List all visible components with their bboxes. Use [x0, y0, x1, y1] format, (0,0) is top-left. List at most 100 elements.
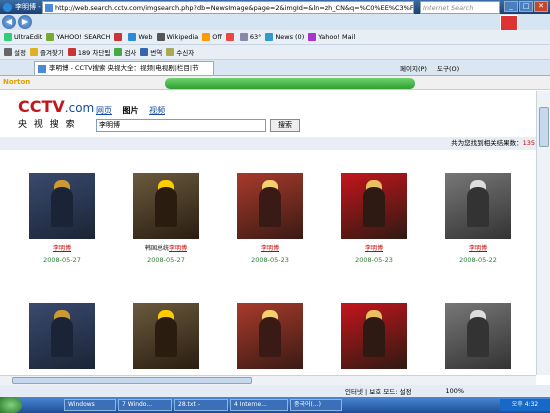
minimize-button[interactable]: _: [504, 1, 518, 12]
toolbar2-item-2[interactable]: 189 차단됨: [67, 47, 111, 57]
photo-figure: [259, 317, 281, 357]
forward-button[interactable]: ▶: [18, 15, 32, 29]
horizontal-scrollbar[interactable]: [0, 375, 536, 385]
tab-images[interactable]: 图片: [123, 106, 139, 115]
toolbar2-item-5[interactable]: 수신자: [166, 47, 194, 57]
toolbar-label: 번역: [150, 49, 163, 57]
photo-figure: [155, 187, 177, 227]
tab-video[interactable]: 视频: [149, 106, 165, 115]
toolbar1-item-6[interactable]: [225, 32, 236, 42]
zoom-level[interactable]: 100%: [445, 387, 464, 395]
toolbar2-item-0[interactable]: 설정: [4, 47, 26, 57]
toolbar-label: Yahoo! Mail: [318, 33, 356, 41]
vertical-scrollbar[interactable]: [536, 91, 550, 375]
submit-search-button[interactable]: 搜索: [270, 119, 300, 132]
result-item: [218, 303, 322, 369]
result-thumbnail[interactable]: [237, 303, 303, 369]
toolbar-icon: [29, 48, 38, 56]
task-4[interactable]: 4 Interne...: [230, 399, 288, 411]
toolbar-icon: [128, 33, 137, 41]
result-thumbnail[interactable]: [29, 303, 95, 369]
toolbar1-item-9[interactable]: Yahoo! Mail: [308, 32, 355, 42]
task-3[interactable]: 28.txt -: [174, 399, 228, 411]
toolbar-icon: [46, 33, 55, 41]
caption-keyword-link[interactable]: 李明博: [365, 245, 383, 252]
result-caption[interactable]: 李明博: [426, 245, 530, 253]
tab-favicon: [38, 65, 46, 73]
hscroll-thumb[interactable]: [12, 377, 252, 384]
toolbar1-item-1[interactable]: YAHOO! SEARCH: [46, 32, 110, 42]
toolbar2-item-1[interactable]: 즐겨찾기: [29, 47, 64, 57]
result-item: 李明博 2008-05-22: [426, 173, 530, 264]
result-item: 李明博 2008-05-23: [218, 173, 322, 264]
page-menu[interactable]: 페이지(P): [400, 65, 427, 73]
toolbar-icon: [202, 33, 211, 41]
result-caption[interactable]: 李明博: [218, 245, 322, 253]
norton-label: Norton: [3, 78, 31, 86]
system-clock: 오후 4:32: [500, 399, 550, 411]
toolbar-icon: [140, 48, 149, 56]
result-thumbnail[interactable]: [341, 173, 407, 239]
toolbar1-item-4[interactable]: Wikipedia: [156, 32, 198, 42]
cctv-logo[interactable]: CCTV.com 央 视 搜 索: [18, 97, 94, 130]
toolbar2-item-3[interactable]: 검사: [114, 47, 136, 57]
toolbar2-item-4[interactable]: 번역: [140, 47, 162, 57]
caption-keyword-link[interactable]: 李明博: [469, 245, 487, 252]
address-bar[interactable]: http://web.search.cctv.com/imgsearch.php…: [42, 1, 414, 14]
result-item: 韩国总统李明博 2008-05-27: [114, 173, 218, 264]
page-favicon: [45, 4, 53, 12]
logo-com: .com: [64, 101, 95, 115]
scroll-thumb[interactable]: [539, 107, 549, 147]
toolbar-1: UltraEdit YAHOO! SEARCH Web Wikipedia Off 63°…: [0, 30, 550, 45]
result-thumbnail[interactable]: [341, 303, 407, 369]
toolbar-icon: [239, 33, 248, 41]
task-1[interactable]: Windows: [64, 399, 116, 411]
result-thumbnail[interactable]: [29, 173, 95, 239]
toolbar1-item-2[interactable]: [114, 32, 124, 42]
status-bar: 인터넷 | 보호 모드: 설정 100%: [0, 385, 550, 397]
toolbar-label: 검사: [124, 49, 137, 57]
toolbar-label: 189 차단됨: [77, 49, 111, 57]
window-controls: _ □ ✕: [504, 1, 548, 12]
toolbar-icon: [4, 33, 12, 41]
result-caption[interactable]: 韩国总统李明博: [114, 245, 218, 253]
address-row: ◀ ▶: [0, 14, 550, 30]
command-bar: 페이지(P) 도구(O): [400, 63, 459, 73]
caption-keyword-link[interactable]: 李明博: [169, 245, 187, 252]
tools-menu[interactable]: 도구(O): [437, 65, 459, 73]
result-item: 李明博 2008-05-27: [10, 173, 114, 264]
task-5[interactable]: 중국어(...): [290, 399, 342, 411]
toolbar-icon: [156, 33, 165, 41]
maximize-button[interactable]: □: [519, 1, 533, 12]
result-item: [426, 303, 530, 369]
toolbar1-item-7[interactable]: 63°: [239, 32, 261, 42]
search-input[interactable]: Internet Search: [420, 1, 500, 14]
result-thumbnail[interactable]: [445, 303, 511, 369]
tab-webpage[interactable]: 网页: [96, 106, 112, 115]
result-caption[interactable]: 李明博: [10, 245, 114, 253]
caption-keyword-link[interactable]: 李明博: [53, 245, 71, 252]
address-url: http://web.search.cctv.com/imgsearch.php…: [55, 4, 414, 12]
result-thumbnail[interactable]: [445, 173, 511, 239]
toolbar1-item-3[interactable]: Web: [128, 32, 153, 42]
tab-active[interactable]: 李明博 - CCTV搜索 央视大全：视频|电视剧|栏目|节: [34, 61, 214, 75]
task-2[interactable]: 7 Windo...: [118, 399, 172, 411]
back-button[interactable]: ◀: [2, 15, 16, 29]
result-thumbnail[interactable]: [133, 303, 199, 369]
photo-figure: [259, 187, 281, 227]
result-caption[interactable]: 李明博: [322, 245, 426, 253]
close-button[interactable]: ✕: [534, 1, 548, 12]
result-thumbnail[interactable]: [133, 173, 199, 239]
result-item: [322, 303, 426, 369]
toolbar-icon: [114, 48, 123, 56]
start-button[interactable]: [0, 397, 22, 413]
toolbar1-item-0[interactable]: UltraEdit: [4, 32, 42, 42]
toolbar1-item-8[interactable]: News (0): [265, 32, 304, 42]
security-zone: 인터넷 | 보호 모드: 설정: [345, 388, 412, 396]
result-thumbnail[interactable]: [237, 173, 303, 239]
caption-keyword-link[interactable]: 李明博: [261, 245, 279, 252]
toolbar1-item-5[interactable]: Off: [202, 32, 222, 42]
toolbar-icon: [265, 33, 274, 41]
query-input[interactable]: 李明博: [96, 119, 266, 132]
search-button[interactable]: [500, 15, 518, 31]
